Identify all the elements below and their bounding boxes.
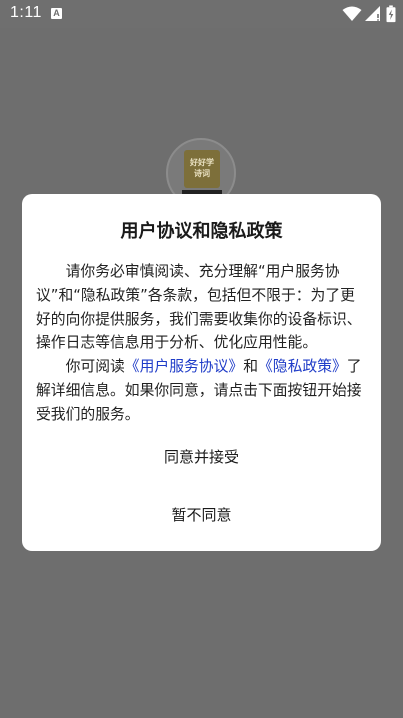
paragraph-2-and: 和 [243,358,258,376]
logo-text-line2: 诗词 [194,169,210,178]
logo-text-line1: 好好学 [190,158,214,167]
notification-icon: A [51,8,62,19]
dialog-title: 用户协议和隐私政策 [120,221,283,242]
disagree-button[interactable]: 暂不同意 [22,502,381,526]
privacy-dialog: 用户协议和隐私政策 请你务必审慎阅读、充分理解“用户服务协议”和“隐私政策”各条… [22,194,381,551]
battery-icon [386,5,396,23]
user-agreement-link[interactable]: 《用户服务协议》 [125,358,243,375]
logo-card: 好好学 诗词 [184,150,220,188]
wifi-icon [342,6,362,21]
signal-icon [365,6,380,21]
dialog-paragraph-1: 请你务必审慎阅读、充分理解“用户服务协议”和“隐私政策”各条款，包括但不限于：为… [36,263,362,352]
privacy-policy-link[interactable]: 《隐私政策》 [258,358,347,375]
status-bar: 1:11 A [0,0,403,28]
dialog-paragraph-2: 你可阅读《用户服务协议》和《隐私政策》了解详细信息。如果你同意，请点击下面按钮开… [36,355,369,426]
status-time: 1:11 [10,4,42,21]
paragraph-2-prefix: 你可阅读 [65,358,125,376]
agree-button[interactable]: 同意并接受 [22,444,381,468]
dialog-body: 请你务必审慎阅读、充分理解“用户服务协议”和“隐私政策”各条款，包括但不限于：为… [36,260,369,427]
